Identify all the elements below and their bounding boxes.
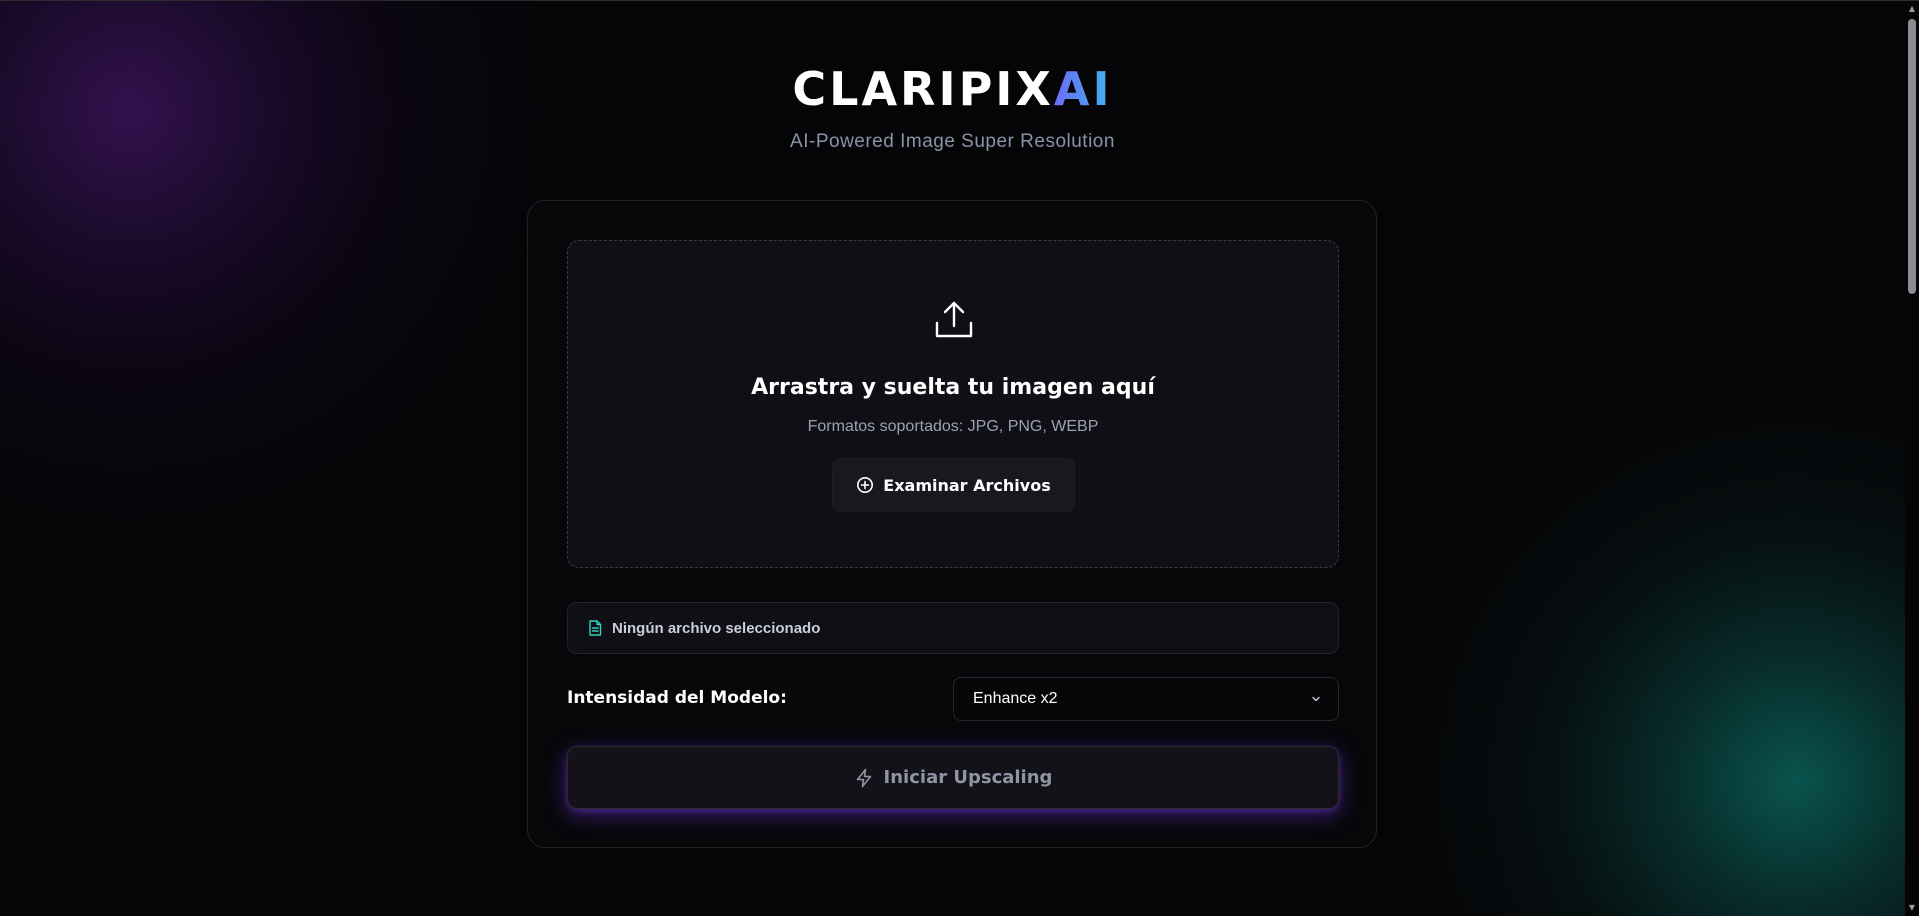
lightning-icon	[856, 768, 871, 787]
model-selected-value: Enhance x2	[973, 690, 1058, 707]
browse-files-button[interactable]: Examinar Archivos	[832, 458, 1075, 512]
file-status-text: Ningún archivo seleccionado	[612, 619, 821, 637]
scrollbar-thumb[interactable]	[1908, 19, 1916, 294]
start-upscaling-button[interactable]: Iniciar Upscaling	[567, 746, 1339, 809]
supported-formats-text: Formatos soportados: JPG, PNG, WEBP	[807, 418, 1099, 435]
image-dropzone[interactable]: Arrastra y suelta tu imagen aquí Formato…	[567, 240, 1339, 568]
app-tagline: AI-Powered Image Super Resolution	[790, 131, 1115, 152]
scroll-down-icon[interactable]: ▼	[1908, 904, 1916, 912]
file-icon	[589, 620, 602, 636]
upscale-card: Arrastra y suelta tu imagen aquí Formato…	[527, 200, 1377, 848]
app-header: CLARIPIXAI AI-Powered Image Super Resolu…	[0, 59, 1905, 153]
plus-circle-icon	[857, 477, 874, 493]
logo-main-text: CLARIPIX	[792, 62, 1054, 116]
model-intensity-label: Intensidad del Modelo:	[567, 688, 787, 708]
dropzone-title: Arrastra y suelta tu imagen aquí	[751, 375, 1155, 400]
upload-icon	[935, 301, 973, 338]
logo-accent-text: AI	[1053, 62, 1113, 116]
browse-files-label: Examinar Archivos	[883, 475, 1051, 495]
page-scrollbar[interactable]: ▲ ▼	[1905, 1, 1919, 916]
app-logo: CLARIPIXAI	[0, 59, 1905, 119]
start-upscaling-label: Iniciar Upscaling	[883, 767, 1053, 788]
chevron-down-icon	[1312, 696, 1320, 702]
file-status-bar: Ningún archivo seleccionado	[567, 602, 1339, 654]
app-viewport: CLARIPIXAI AI-Powered Image Super Resolu…	[0, 0, 1919, 916]
model-intensity-select[interactable]: Enhance x2	[953, 677, 1339, 721]
scroll-up-icon[interactable]: ▲	[1908, 5, 1916, 13]
